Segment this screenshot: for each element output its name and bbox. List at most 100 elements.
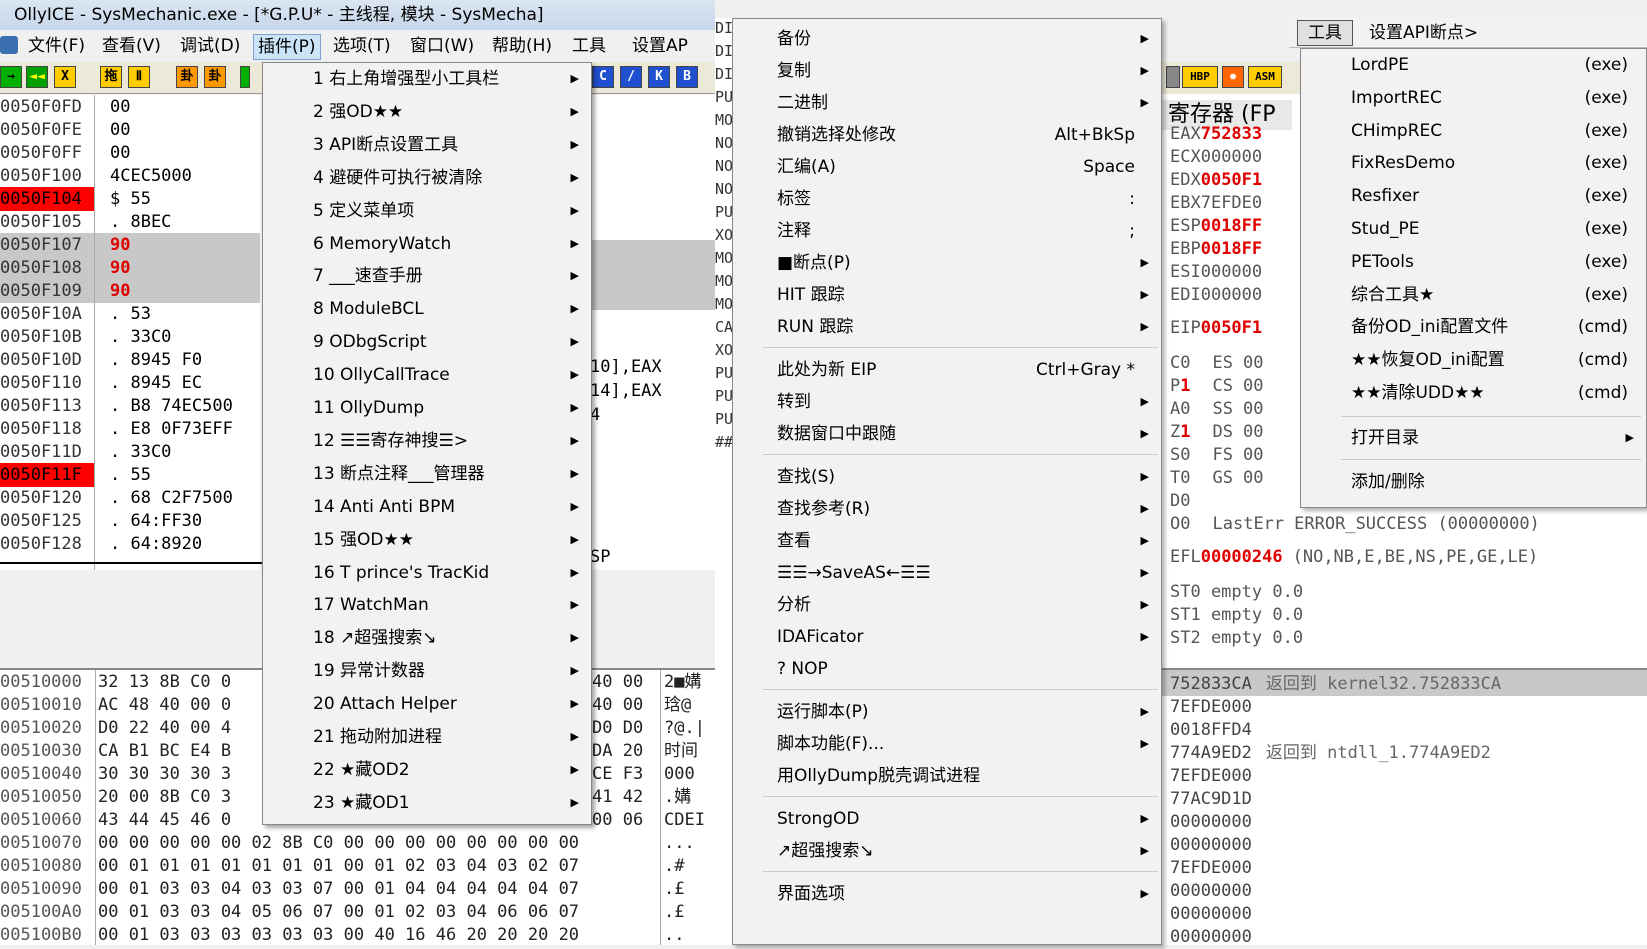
- stack-row[interactable]: 00000000: [1170, 925, 1252, 949]
- context-menu-item[interactable]: 二进制 ▶: [733, 87, 1163, 119]
- menu-options[interactable]: 选项(T): [333, 34, 391, 58]
- context-menu-item[interactable]: 查找(S) ▶: [733, 461, 1163, 493]
- disasm-row[interactable]: 0050F100 4CEC5000: [0, 164, 260, 188]
- flag-row[interactable]: T0 GS 00: [1170, 466, 1263, 490]
- rewind-icon[interactable]: ◄◄: [26, 66, 48, 88]
- flag-row[interactable]: D0: [1170, 489, 1191, 513]
- disasm-row[interactable]: 0050F118 . E8 0F73EFF: [0, 417, 260, 441]
- tools-menu-item[interactable]: Stud_PE (exe): [1301, 213, 1647, 246]
- context-menu-item[interactable]: 此处为新 EIP Ctrl+Gray *: [733, 354, 1163, 386]
- plugin-menu-item[interactable]: 19 异常计数器 ▶: [263, 655, 593, 688]
- register-row[interactable]: ESI000000: [1170, 260, 1262, 284]
- menu-help[interactable]: 帮助(H): [492, 34, 552, 58]
- cpu-c-button[interactable]: C: [592, 66, 614, 88]
- context-menu-item[interactable]: 数据窗口中跟随 ▶: [733, 418, 1163, 450]
- disasm-row[interactable]: 0050F0FF 00: [0, 141, 260, 165]
- stack-row[interactable]: 7EFDE000: [1170, 695, 1252, 719]
- tools-menu-item[interactable]: ★★清除UDD★★ (cmd): [1301, 377, 1647, 410]
- disasm-row[interactable]: 0050F113 . B8 74EC500: [0, 394, 260, 418]
- stack-row[interactable]: 7EFDE000: [1170, 856, 1252, 880]
- context-menu-item[interactable]: 标签:: [733, 183, 1163, 215]
- tools-menu-item[interactable]: CHimpREC (exe): [1301, 115, 1647, 148]
- context-menu-item[interactable]: IDAFicator ▶: [733, 621, 1163, 653]
- stack-row[interactable]: 0018FFD4: [1170, 718, 1252, 742]
- flag-row[interactable]: S0 FS 00: [1170, 443, 1263, 467]
- context-menu-item[interactable]: 注释;: [733, 215, 1163, 247]
- plugin-menu-item[interactable]: 2 强OD★★ ▶: [263, 96, 593, 129]
- plugin-menu-item[interactable]: 23 ★藏OD1 ▶: [263, 787, 593, 820]
- flag-row[interactable]: Z1 DS 00: [1170, 420, 1263, 444]
- hbp-button[interactable]: HBP: [1182, 66, 1218, 88]
- disasm-row[interactable]: 0050F10A . 53: [0, 302, 260, 326]
- plugin-menu-item[interactable]: 14 Anti Anti BPM ▶: [263, 491, 593, 524]
- stack-row[interactable]: 77AC9D1D: [1170, 787, 1252, 811]
- stack-row[interactable]: 752833CA 返回到 kernel32.752833CA: [1170, 672, 1501, 696]
- run-icon[interactable]: →: [0, 66, 22, 88]
- context-menu-item[interactable]: RUN 跟踪 ▶: [733, 311, 1163, 343]
- step-over-icon[interactable]: 卦: [204, 66, 226, 88]
- plugin-menu-item[interactable]: 10 OllyCallTrace ▶: [263, 359, 593, 392]
- context-menu-item[interactable]: 查找参考(R) ▶: [733, 493, 1163, 525]
- plugin-menu-item[interactable]: 13 断点注释___管理器 ▶: [263, 458, 593, 491]
- stack-row[interactable]: 7EFDE000: [1170, 764, 1252, 788]
- set-api-breakpoint[interactable]: 设置API断点>: [1369, 20, 1478, 46]
- flag-row[interactable]: C0 ES 00: [1170, 351, 1263, 375]
- disasm-row[interactable]: 0050F128 . 64:8920: [0, 532, 260, 556]
- register-row[interactable]: EDX0050F1: [1170, 168, 1262, 192]
- context-menu-item[interactable]: 用OllyDump脱壳调试进程: [733, 760, 1163, 792]
- disasm-pane[interactable]: 0050F0FD 00 0050F0FE 00 0050F0FF 00 0050F100 4C…: [0, 95, 260, 570]
- plugin-menu-item[interactable]: 17 WatchMan ▶: [263, 589, 593, 622]
- step-into-icon[interactable]: 卦: [176, 66, 198, 88]
- stack-row[interactable]: 00000000: [1170, 810, 1252, 834]
- disasm-row[interactable]: 0050F110 . 8945 EC: [0, 371, 260, 395]
- breakpoints-b-button[interactable]: B: [676, 66, 698, 88]
- context-menu-item[interactable]: 复制 ▶: [733, 55, 1163, 87]
- plugin-menu-item[interactable]: 7 ___速查手册 ▶: [263, 260, 593, 293]
- context-menu-item[interactable]: 撤销选择处修改 Alt+BkSp: [733, 119, 1163, 151]
- drag-icon[interactable]: 拖: [100, 66, 122, 88]
- efl-row[interactable]: EFL00000246 (NO,NB,E,BE,NS,PE,GE,LE): [1170, 545, 1538, 569]
- calls-k-button[interactable]: K: [648, 66, 670, 88]
- context-menu-item[interactable]: 查看 ▶: [733, 525, 1163, 557]
- plugin-menu-item[interactable]: 12 ☰☰寄存神搜☰> ▶: [263, 425, 593, 458]
- menu-view[interactable]: 查看(V): [102, 34, 161, 58]
- context-menu-item[interactable]: 转到 ▶: [733, 386, 1163, 418]
- plugin-menu-item[interactable]: 1 右上角增强型小工具栏 ▶: [263, 63, 593, 96]
- context-menu-item[interactable]: 脚本功能(F)... ▶: [733, 728, 1163, 760]
- context-menu-item[interactable]: ☰☰→SaveAS←☰☰ ▶: [733, 557, 1163, 589]
- pause-icon[interactable]: Ⅱ: [128, 66, 150, 88]
- tools-menu-item[interactable]: 备份OD_ini配置文件 (cmd): [1301, 311, 1647, 344]
- tools-menu-add-remove[interactable]: 添加/删除: [1301, 466, 1647, 499]
- register-row[interactable]: ESP0018FF: [1170, 214, 1262, 238]
- disasm-row[interactable]: 0050F10D . 8945 F0: [0, 348, 260, 372]
- plugin-menu-item[interactable]: 22 ★藏OD2 ▶: [263, 754, 593, 787]
- disasm-row[interactable]: 0050F0FE 00: [0, 118, 260, 142]
- eip-row[interactable]: EIP0050F1: [1170, 316, 1262, 340]
- context-menu-item[interactable]: 分析 ▶: [733, 589, 1163, 621]
- plugin-menu-item[interactable]: 20 Attach Helper ▶: [263, 688, 593, 721]
- plugin-menu-item[interactable]: 18 ↗超强搜索↘ ▶: [263, 622, 593, 655]
- asm-button[interactable]: ASM: [1248, 66, 1282, 88]
- disasm-row[interactable]: 0050F107 90: [0, 233, 260, 257]
- tools-menu-item[interactable]: Resfixer (exe): [1301, 180, 1647, 213]
- disasm-row[interactable]: 0050F120 . 68 C2F7500: [0, 486, 260, 510]
- patch-button[interactable]: /: [620, 66, 642, 88]
- disasm-row[interactable]: 0050F105 . 8BEC: [0, 210, 260, 234]
- app-icon[interactable]: [0, 36, 18, 54]
- plugin-menu-item[interactable]: 6 MemoryWatch ▶: [263, 228, 593, 261]
- nav-icon[interactable]: [1166, 66, 1180, 88]
- flag-row[interactable]: A0 SS 00: [1170, 397, 1263, 421]
- tools-menu-item[interactable]: 综合工具★ (exe): [1301, 279, 1647, 312]
- disasm-row[interactable]: 0050F109 90: [0, 279, 260, 303]
- tools-tab[interactable]: 工具: [1297, 20, 1353, 46]
- disasm-right-pane[interactable]: 10],EAX 14],EAX 4 SP: [590, 95, 715, 570]
- register-row[interactable]: EBP0018FF: [1170, 237, 1262, 261]
- menu-file[interactable]: 文件(F): [28, 34, 85, 58]
- stack-row[interactable]: 774A9ED2 返回到 ntdll_1.774A9ED2: [1170, 741, 1491, 765]
- context-menu-item[interactable]: 界面选项 ▶: [733, 878, 1163, 910]
- tools-menu-item[interactable]: FixResDemo (exe): [1301, 147, 1647, 180]
- menu-set-api[interactable]: 设置AP: [632, 34, 688, 58]
- plugin-menu-item[interactable]: 9 ODbgScript ▶: [263, 326, 593, 359]
- plugin-menu-item[interactable]: 8 ModuleBCL ▶: [263, 293, 593, 326]
- context-menu-item[interactable]: HIT 跟踪 ▶: [733, 279, 1163, 311]
